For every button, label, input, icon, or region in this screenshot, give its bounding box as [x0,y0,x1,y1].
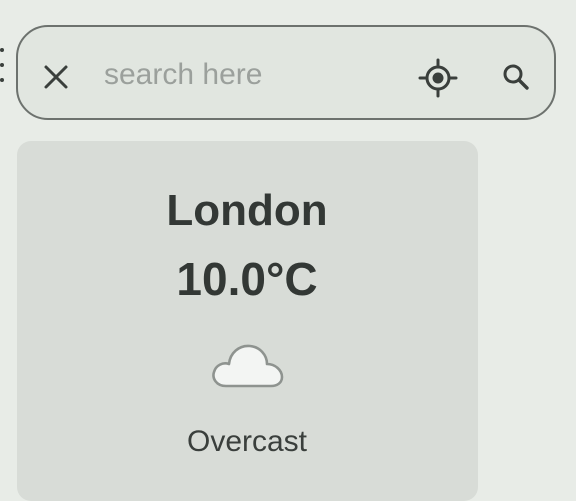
menu-dot [0,48,4,52]
city-name: London [166,186,328,235]
search-input[interactable] [104,53,394,97]
cloud-icon [212,344,284,388]
search-bar [16,25,556,120]
search-icon [503,64,529,90]
weather-condition: Overcast [186,425,308,458]
menu-dot [0,63,4,67]
search-button[interactable] [498,59,534,95]
my-location-button[interactable] [416,56,460,100]
close-icon [44,65,68,89]
menu-dot [0,78,4,82]
clear-search-button[interactable] [38,59,74,95]
my-location-icon [418,58,458,98]
temperature: 10.0°C [176,253,318,305]
menu-icon[interactable] [0,48,5,82]
